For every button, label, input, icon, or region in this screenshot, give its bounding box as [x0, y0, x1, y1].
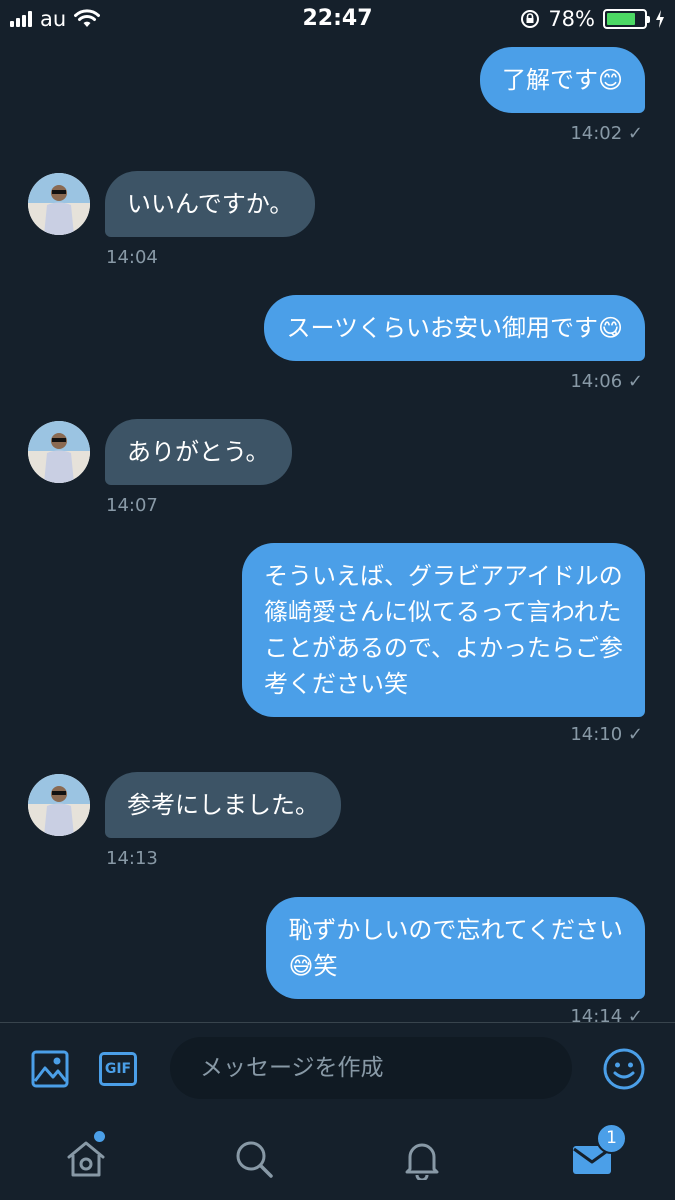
- message-text: 参考にしました。: [127, 791, 319, 819]
- message-input[interactable]: メッセージを作成: [170, 1037, 572, 1099]
- new-tweets-dot: [94, 1131, 105, 1142]
- message-text-line: そういえば、グラビアアイドルの: [263, 562, 623, 590]
- messages-badge: 1: [596, 1123, 627, 1154]
- message-input-placeholder: メッセージを作成: [200, 1055, 384, 1081]
- status-bar: au 22:47 78%: [0, 0, 675, 36]
- avatar[interactable]: [28, 421, 90, 483]
- message-text: いいんですか。: [127, 190, 294, 218]
- message-bubble-sent[interactable]: そういえば、グラビアアイドルの 篠崎愛さんに似てるって言われた ことがあるので、…: [241, 543, 645, 717]
- message-bubble-sent[interactable]: 了解です😊: [479, 47, 645, 113]
- message-timestamp: 14:06 ✓: [570, 371, 643, 392]
- tab-search[interactable]: [228, 1133, 280, 1185]
- tab-home[interactable]: [60, 1131, 112, 1185]
- message-text-line: ことがあるので、よかったらご参: [263, 634, 623, 662]
- message-timestamp: 14:13: [106, 848, 158, 869]
- battery-icon: [603, 9, 650, 29]
- notifications-icon: [405, 1143, 439, 1180]
- avatar[interactable]: [28, 774, 90, 836]
- message-timestamp: 14:14 ✓: [570, 1006, 643, 1022]
- message-timestamp: 14:10 ✓: [570, 724, 643, 745]
- message-bubble-received[interactable]: ありがとう。: [105, 419, 292, 485]
- message-text-line: 恥ずかしいので忘れてください: [288, 916, 623, 944]
- message-timestamp: 14:07: [106, 495, 158, 516]
- message-text-line: 😅笑: [288, 952, 338, 980]
- charging-icon: [656, 10, 664, 28]
- emoji-icon[interactable]: [600, 1045, 648, 1093]
- message-list[interactable]: 了解です😊 14:02 ✓ いいんですか。 14:04 スーツくらいお安い御用で…: [0, 36, 675, 1022]
- image-icon[interactable]: [28, 1047, 72, 1091]
- compose-bar: GIF メッセージを作成: [0, 1022, 675, 1115]
- message-text: 了解です😊: [501, 66, 623, 94]
- home-icon: [67, 1141, 105, 1177]
- message-timestamp: 14:02 ✓: [570, 123, 643, 144]
- message-text: スーツくらいお安い御用です😋: [286, 314, 623, 342]
- battery-percent: 78%: [548, 7, 595, 31]
- message-bubble-received[interactable]: 参考にしました。: [105, 772, 341, 838]
- gif-label: GIF: [104, 1061, 132, 1077]
- message-bubble-sent[interactable]: 恥ずかしいので忘れてください 😅笑: [266, 897, 645, 999]
- search-icon: [236, 1141, 273, 1178]
- tab-messages[interactable]: 1: [566, 1123, 627, 1185]
- message-text-line: 考ください笑: [263, 670, 408, 698]
- gif-icon[interactable]: GIF: [96, 1047, 140, 1091]
- message-timestamp: 14:04: [106, 247, 158, 268]
- message-text-line: 篠崎愛さんに似てるって言われた: [263, 598, 622, 626]
- avatar[interactable]: [28, 173, 90, 235]
- battery-level-fill: [607, 13, 636, 25]
- message-text: ありがとう。: [127, 438, 270, 466]
- message-bubble-sent[interactable]: スーツくらいお安い御用です😋: [264, 295, 645, 361]
- tab-bar: 1: [0, 1115, 675, 1200]
- rotation-lock-icon: [521, 10, 540, 28]
- message-bubble-received[interactable]: いいんですか。: [105, 171, 316, 237]
- tab-notifications[interactable]: [396, 1133, 448, 1185]
